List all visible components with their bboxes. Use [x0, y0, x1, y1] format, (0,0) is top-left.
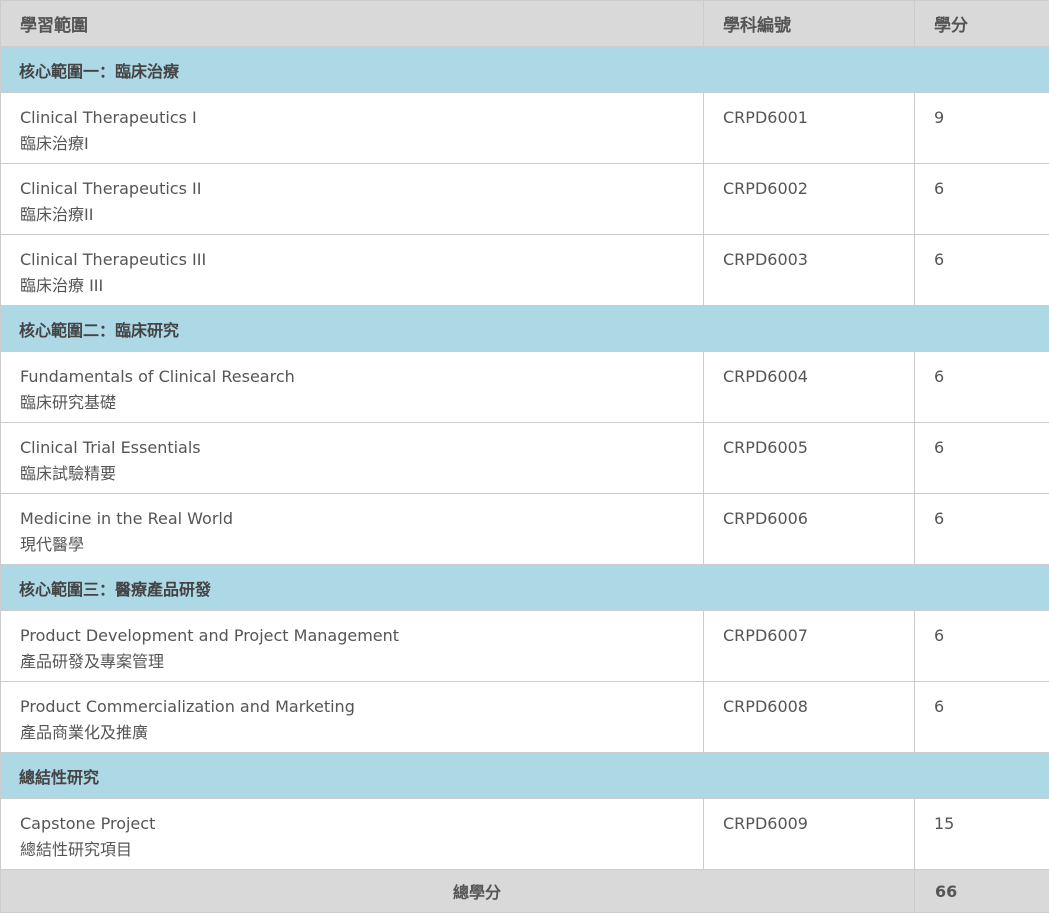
- table-row: Clinical Trial Essentials 臨床試驗精要 CRPD600…: [0, 422, 1049, 494]
- table-row: Product Commercialization and Marketing …: [0, 681, 1049, 753]
- course-code: CRPD6007: [703, 610, 915, 682]
- course-name-cell: Medicine in the Real World 現代醫學: [0, 493, 704, 565]
- course-credits: 15: [914, 798, 1049, 870]
- total-value: 66: [914, 869, 1049, 913]
- course-code: CRPD6006: [703, 493, 915, 565]
- table-row: Clinical Therapeutics I 臨床治療I CRPD6001 9: [0, 92, 1049, 164]
- course-credits: 6: [914, 351, 1049, 423]
- course-credits: 9: [914, 92, 1049, 164]
- course-credits: 6: [914, 422, 1049, 494]
- course-name-cell: Product Commercialization and Marketing …: [0, 681, 704, 753]
- table-row: Fundamentals of Clinical Research 臨床研究基礎…: [0, 351, 1049, 423]
- section-row: 總結性研究: [0, 752, 1049, 799]
- course-name-en: Medicine in the Real World: [20, 509, 234, 528]
- course-name-en: Clinical Trial Essentials: [20, 438, 201, 457]
- course-code: CRPD6008: [703, 681, 915, 753]
- section-row: 核心範圍一：臨床治療: [0, 46, 1049, 93]
- course-name-zh: 總結性研究項目: [20, 840, 133, 859]
- course-name-zh: 現代醫學: [20, 535, 85, 554]
- course-name-en: Product Development and Project Manageme…: [20, 626, 400, 645]
- section-title: 總結性研究: [0, 752, 1049, 799]
- course-name-en: Product Commercialization and Marketing: [20, 697, 355, 716]
- section-title: 核心範圍三：醫療產品研發: [0, 564, 1049, 611]
- section-title: 核心範圍二：臨床研究: [0, 305, 1049, 352]
- course-credits: 6: [914, 163, 1049, 235]
- course-name-zh: 臨床治療 III: [20, 276, 104, 295]
- table-row: Clinical Therapeutics II 臨床治療II CRPD6002…: [0, 163, 1049, 235]
- course-code: CRPD6005: [703, 422, 915, 494]
- course-name-zh: 臨床研究基礎: [20, 393, 117, 412]
- course-name-en: Capstone Project: [20, 814, 156, 833]
- course-name-cell: Clinical Therapeutics II 臨床治療II: [0, 163, 704, 235]
- course-name-cell: Clinical Therapeutics III 臨床治療 III: [0, 234, 704, 306]
- course-name-zh: 產品研發及專案管理: [20, 652, 165, 671]
- course-name-en: Clinical Therapeutics II: [20, 179, 202, 198]
- table-row: Capstone Project 總結性研究項目 CRPD6009 15: [0, 798, 1049, 870]
- header-credits: 學分: [914, 0, 1049, 47]
- course-credits: 6: [914, 234, 1049, 306]
- total-row: 總學分 66: [0, 869, 1049, 913]
- course-code: CRPD6003: [703, 234, 915, 306]
- course-code: CRPD6001: [703, 92, 915, 164]
- course-code: CRPD6004: [703, 351, 915, 423]
- course-name-cell: Clinical Trial Essentials 臨床試驗精要: [0, 422, 704, 494]
- course-name-cell: Capstone Project 總結性研究項目: [0, 798, 704, 870]
- table-row: Clinical Therapeutics III 臨床治療 III CRPD6…: [0, 234, 1049, 306]
- header-code: 學科編號: [703, 0, 915, 47]
- total-label: 總學分: [0, 869, 915, 913]
- course-credits: 6: [914, 610, 1049, 682]
- course-name-en: Fundamentals of Clinical Research: [20, 367, 295, 386]
- table-row: Product Development and Project Manageme…: [0, 610, 1049, 682]
- course-name-cell: Fundamentals of Clinical Research 臨床研究基礎: [0, 351, 704, 423]
- course-name-en: Clinical Therapeutics III: [20, 250, 207, 269]
- section-row: 核心範圍三：醫療產品研發: [0, 564, 1049, 611]
- curriculum-table: 學習範圍 學科編號 學分 核心範圍一：臨床治療 Clinical Therape…: [0, 0, 1049, 913]
- section-row: 核心範圍二：臨床研究: [0, 305, 1049, 352]
- course-name-cell: Clinical Therapeutics I 臨床治療I: [0, 92, 704, 164]
- header-area: 學習範圍: [0, 0, 704, 47]
- table-row: Medicine in the Real World 現代醫學 CRPD6006…: [0, 493, 1049, 565]
- course-name-zh: 臨床治療I: [20, 134, 89, 153]
- course-code: CRPD6002: [703, 163, 915, 235]
- course-name-en: Clinical Therapeutics I: [20, 108, 197, 127]
- course-name-zh: 產品商業化及推廣: [20, 723, 149, 742]
- course-name-zh: 臨床試驗精要: [20, 464, 117, 483]
- course-credits: 6: [914, 681, 1049, 753]
- course-name-cell: Product Development and Project Manageme…: [0, 610, 704, 682]
- section-title: 核心範圍一：臨床治療: [0, 46, 1049, 93]
- course-name-zh: 臨床治療II: [20, 205, 94, 224]
- course-code: CRPD6009: [703, 798, 915, 870]
- course-credits: 6: [914, 493, 1049, 565]
- table-header-row: 學習範圍 學科編號 學分: [0, 0, 1049, 47]
